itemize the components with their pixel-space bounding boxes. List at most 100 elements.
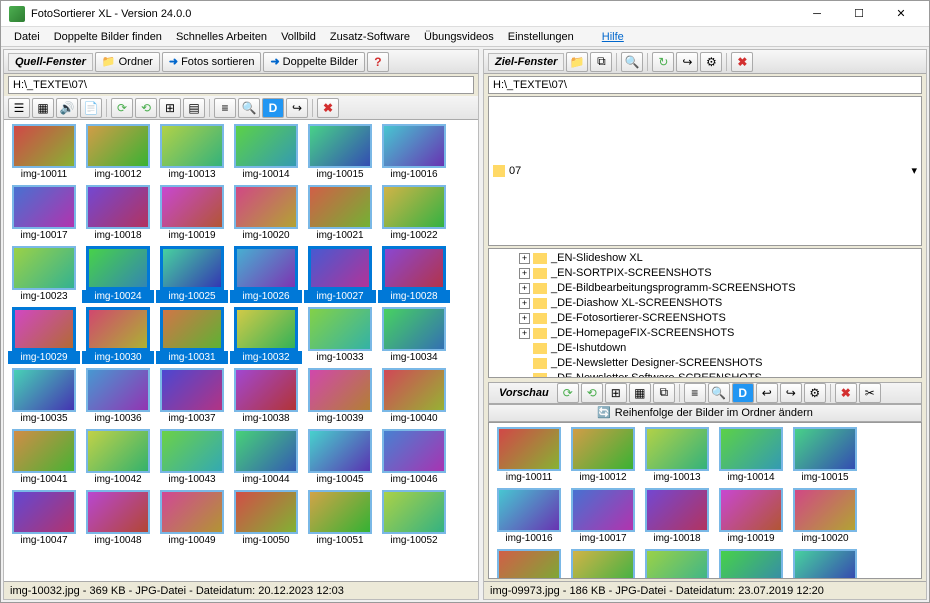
thumbnail[interactable]: img-10014 xyxy=(715,427,787,484)
cut-icon[interactable]: ✂ xyxy=(859,383,881,403)
tree-node[interactable]: +_DE-HomepageFIX-SCREENSHOTS xyxy=(491,326,919,341)
thumbnail[interactable]: img-10024 xyxy=(82,246,154,303)
refresh-icon[interactable]: ⟳ xyxy=(557,383,579,403)
export-icon[interactable]: ↪ xyxy=(676,52,698,72)
text-icon[interactable]: 📄 xyxy=(80,98,102,118)
thumbnail[interactable]: img-10027 xyxy=(304,246,376,303)
list-icon[interactable]: ≡ xyxy=(684,383,706,403)
thumbnail[interactable]: img-10030 xyxy=(82,307,154,364)
delete-icon[interactable]: ✖ xyxy=(317,98,339,118)
thumbnail[interactable]: img-10020 xyxy=(789,488,861,545)
thumbnail[interactable]: img-10049 xyxy=(156,490,228,547)
sound-icon[interactable]: 🔊 xyxy=(56,98,78,118)
thumbnail[interactable]: img-10025 xyxy=(156,246,228,303)
thumbnail[interactable]: img-10017 xyxy=(8,185,80,242)
thumbnail[interactable]: img-10052 xyxy=(378,490,450,547)
export-icon[interactable]: ↪ xyxy=(780,383,802,403)
thumbnail[interactable]: img-10035 xyxy=(8,368,80,425)
reorder-button[interactable]: 🔄 Reihenfolge der Bilder im Ordner änder… xyxy=(488,404,922,422)
menu-doppelte[interactable]: Doppelte Bilder finden xyxy=(47,29,169,45)
thumbnail[interactable]: img-10025 xyxy=(789,549,861,580)
thumbnail[interactable]: img-10031 xyxy=(156,307,228,364)
menu-hilfe[interactable]: Hilfe xyxy=(595,29,631,45)
tree-node[interactable]: +_EN-SORTPIX-SCREENSHOTS xyxy=(491,266,919,281)
list-icon[interactable]: ≡ xyxy=(214,98,236,118)
delete-icon[interactable]: ✖ xyxy=(835,383,857,403)
source-path[interactable]: H:\_TEXTE\07\ xyxy=(8,76,474,94)
help-icon[interactable]: ? xyxy=(367,52,389,72)
thumbnail[interactable]: img-10037 xyxy=(156,368,228,425)
window-icon[interactable]: ⧉ xyxy=(590,52,612,72)
view-list-icon[interactable]: ☰ xyxy=(8,98,30,118)
thumbnail[interactable]: img-10023 xyxy=(8,246,80,303)
thumbnail[interactable]: img-10021 xyxy=(493,549,565,580)
folder-tree[interactable]: +_EN-Slideshow XL+_EN-SORTPIX-SCREENSHOT… xyxy=(488,248,922,378)
thumbnail[interactable]: img-10018 xyxy=(641,488,713,545)
thumbnail[interactable]: img-10012 xyxy=(567,427,639,484)
layout-icon[interactable]: ▤ xyxy=(183,98,205,118)
tree-node[interactable]: _DE-Ishutdown xyxy=(491,341,919,356)
thumbnail[interactable]: img-10022 xyxy=(567,549,639,580)
thumbnail[interactable]: img-10048 xyxy=(82,490,154,547)
thumbnail[interactable]: img-10015 xyxy=(304,124,376,181)
search-icon[interactable]: 🔍 xyxy=(621,52,643,72)
folder-button[interactable]: 📁Ordner xyxy=(95,52,160,72)
duplicate-images-button[interactable]: ➜Doppelte Bilder xyxy=(263,52,364,72)
thumbnail[interactable]: img-10018 xyxy=(82,185,154,242)
thumbnail[interactable]: img-10042 xyxy=(82,429,154,486)
import-icon[interactable]: ↩ xyxy=(756,383,778,403)
thumbnail[interactable]: img-10029 xyxy=(8,307,80,364)
thumbnail[interactable]: img-10019 xyxy=(156,185,228,242)
thumbnail[interactable]: img-10013 xyxy=(641,427,713,484)
thumbnail[interactable]: img-10016 xyxy=(378,124,450,181)
reload-icon[interactable]: ⟲ xyxy=(581,383,603,403)
thumbnail[interactable]: img-10022 xyxy=(378,185,450,242)
thumbnail[interactable]: img-10045 xyxy=(304,429,376,486)
minimize-button[interactable]: ─ xyxy=(797,4,837,24)
thumbnail[interactable]: img-10043 xyxy=(156,429,228,486)
view-grid-icon[interactable]: ▦ xyxy=(32,98,54,118)
menu-zusatz[interactable]: Zusatz-Software xyxy=(323,29,417,45)
thumbnail[interactable]: img-10020 xyxy=(230,185,302,242)
grid-icon[interactable]: ⊞ xyxy=(605,383,627,403)
d-icon[interactable]: D xyxy=(262,98,284,118)
thumbnail[interactable]: img-10046 xyxy=(378,429,450,486)
thumbnail[interactable]: img-10017 xyxy=(567,488,639,545)
thumbnail[interactable]: img-10016 xyxy=(493,488,565,545)
menu-schnelles[interactable]: Schnelles Arbeiten xyxy=(169,29,274,45)
menu-datei[interactable]: Datei xyxy=(7,29,47,45)
d-icon[interactable]: D xyxy=(732,383,754,403)
thumbnail[interactable]: img-10039 xyxy=(304,368,376,425)
thumbnail[interactable]: img-10021 xyxy=(304,185,376,242)
menu-vollbild[interactable]: Vollbild xyxy=(274,29,323,45)
thumbnail[interactable]: img-10011 xyxy=(493,427,565,484)
thumbnail[interactable]: img-10026 xyxy=(230,246,302,303)
thumbnail[interactable]: img-10036 xyxy=(82,368,154,425)
maximize-button[interactable]: ☐ xyxy=(839,4,879,24)
tree-node[interactable]: _DE-Newsletter Designer-SCREENSHOTS xyxy=(491,356,919,371)
gear-icon[interactable]: ⚙ xyxy=(804,383,826,403)
thumbnail[interactable]: img-10015 xyxy=(789,427,861,484)
search-icon[interactable]: 🔍 xyxy=(708,383,730,403)
thumbnail[interactable]: img-10032 xyxy=(230,307,302,364)
thumbnail[interactable]: img-10051 xyxy=(304,490,376,547)
thumbnail[interactable]: img-10013 xyxy=(156,124,228,181)
search-icon[interactable]: 🔍 xyxy=(238,98,260,118)
gear-icon[interactable]: ⚙ xyxy=(700,52,722,72)
thumbnail[interactable]: img-10044 xyxy=(230,429,302,486)
export-icon[interactable]: ↪ xyxy=(286,98,308,118)
thumbnail[interactable]: img-10023 xyxy=(641,549,713,580)
thumbnail[interactable]: img-10047 xyxy=(8,490,80,547)
target-path[interactable]: H:\_TEXTE\07\ xyxy=(488,76,922,94)
close-button[interactable]: ✕ xyxy=(881,4,921,24)
thumbnail[interactable]: img-10038 xyxy=(230,368,302,425)
open-folder-icon[interactable]: 📁 xyxy=(566,52,588,72)
thumbnail[interactable]: img-10028 xyxy=(378,246,450,303)
thumbnail[interactable]: img-10014 xyxy=(230,124,302,181)
tree-node[interactable]: +_EN-Slideshow XL xyxy=(491,251,919,266)
refresh-icon[interactable]: ⟳ xyxy=(111,98,133,118)
tree-node[interactable]: +_DE-Bildbearbeitungsprogramm-SCREENSHOT… xyxy=(491,281,919,296)
thumbnail[interactable]: img-10019 xyxy=(715,488,787,545)
layout-icon[interactable]: ▦ xyxy=(629,383,651,403)
tree-node[interactable]: _DE-Newsletter Software-SCREENSHOTS xyxy=(491,371,919,378)
